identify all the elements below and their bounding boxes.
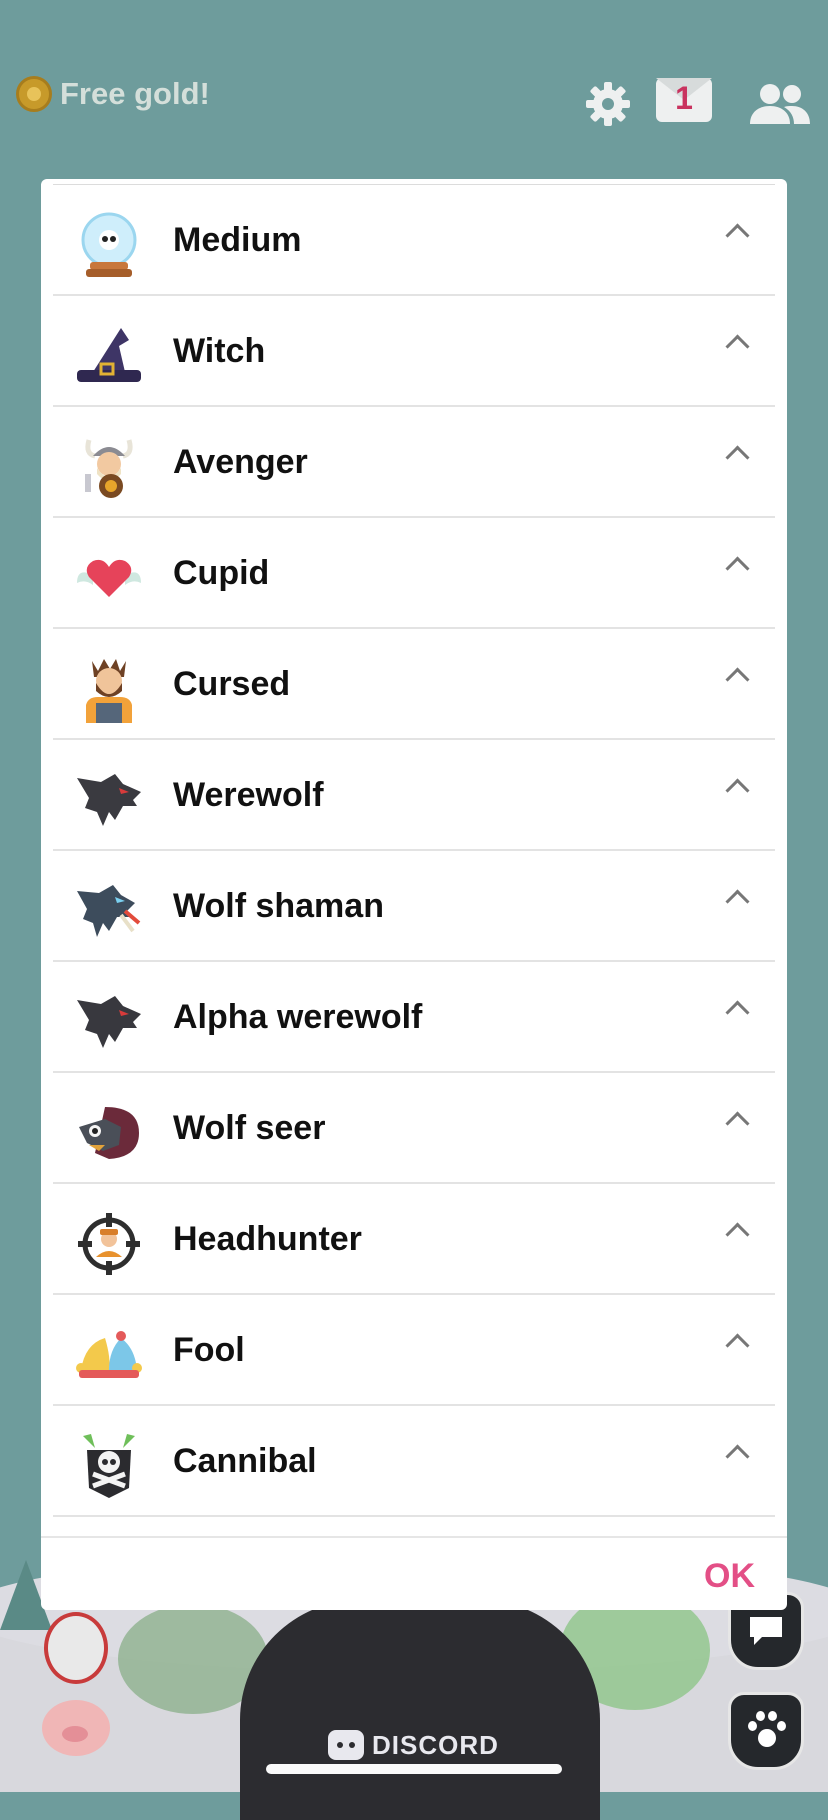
discord-label: DISCORD bbox=[372, 1729, 499, 1760]
wolf-seer-icon bbox=[75, 1099, 143, 1167]
wolf-shaman-icon bbox=[75, 877, 143, 945]
role-item-wolf-seer[interactable]: Wolf seer bbox=[53, 1073, 775, 1184]
role-name: Cursed bbox=[173, 665, 291, 703]
player-avatar[interactable] bbox=[240, 1600, 600, 1820]
chevron-up-icon[interactable] bbox=[725, 223, 750, 248]
home-indicator[interactable] bbox=[266, 1764, 562, 1774]
role-name: Fool bbox=[173, 1331, 245, 1369]
chevron-up-icon[interactable] bbox=[725, 334, 750, 359]
role-item-cupid[interactable]: Cupid bbox=[53, 518, 775, 629]
role-item-avenger[interactable]: Avenger bbox=[53, 407, 775, 518]
role-item-cannibal[interactable]: Cannibal bbox=[53, 1406, 775, 1517]
chevron-up-icon[interactable] bbox=[725, 1444, 750, 1469]
werewolf-icon bbox=[75, 766, 143, 834]
crystal-ball-icon bbox=[75, 211, 143, 279]
chevron-up-icon[interactable] bbox=[725, 667, 750, 692]
discord-icon bbox=[328, 1730, 364, 1760]
santa-decoration bbox=[44, 1612, 108, 1684]
role-item-witch[interactable]: Witch bbox=[53, 296, 775, 407]
role-item-headhunter[interactable]: Headhunter bbox=[53, 1184, 775, 1295]
friends-icon bbox=[750, 84, 810, 124]
chevron-up-icon[interactable] bbox=[725, 556, 750, 581]
paw-icon bbox=[746, 1711, 786, 1751]
chevron-up-icon[interactable] bbox=[725, 1333, 750, 1358]
mail-count-badge: 1 bbox=[675, 80, 693, 116]
chevron-up-icon[interactable] bbox=[725, 889, 750, 914]
role-name: Wolf shaman bbox=[173, 887, 384, 925]
settings-button[interactable] bbox=[584, 80, 632, 128]
witch-hat-icon bbox=[75, 322, 143, 390]
chevron-up-icon[interactable] bbox=[725, 1111, 750, 1136]
chevron-up-icon[interactable] bbox=[725, 1000, 750, 1025]
role-list-dialog: Medium Witch Avenger Cupid Cursed Werewo… bbox=[41, 179, 787, 1610]
alpha-werewolf-icon bbox=[75, 988, 143, 1056]
jester-hat-icon bbox=[75, 1321, 143, 1389]
free-gold-button[interactable]: Free gold! bbox=[16, 76, 210, 112]
role-item-cursed[interactable]: Cursed bbox=[53, 629, 775, 740]
role-list: Medium Witch Avenger Cupid Cursed Werewo… bbox=[53, 179, 775, 1517]
crosshair-icon bbox=[75, 1210, 143, 1278]
role-name: Werewolf bbox=[173, 776, 324, 814]
role-name: Headhunter bbox=[173, 1220, 362, 1258]
friends-button[interactable] bbox=[748, 80, 812, 128]
role-name: Cupid bbox=[173, 554, 270, 592]
role-item-medium[interactable]: Medium bbox=[53, 185, 775, 296]
role-item-fool[interactable]: Fool bbox=[53, 1295, 775, 1406]
role-name: Avenger bbox=[173, 443, 308, 481]
free-gold-label: Free gold! bbox=[60, 76, 210, 111]
gear-icon bbox=[586, 82, 630, 126]
paw-button[interactable] bbox=[728, 1692, 804, 1770]
role-name: Cannibal bbox=[173, 1442, 317, 1480]
coin-icon bbox=[16, 76, 52, 112]
role-item-alpha-werewolf[interactable]: Alpha werewolf bbox=[53, 962, 775, 1073]
cursed-villager-icon bbox=[75, 655, 143, 723]
role-name: Witch bbox=[173, 332, 266, 370]
role-item-wolf-shaman[interactable]: Wolf shaman bbox=[53, 851, 775, 962]
pig-avatar[interactable] bbox=[42, 1700, 110, 1756]
chat-icon bbox=[750, 1617, 782, 1645]
chevron-up-icon[interactable] bbox=[725, 445, 750, 470]
winged-heart-icon bbox=[75, 544, 143, 612]
ok-button[interactable]: OK bbox=[704, 1557, 755, 1596]
role-name: Alpha werewolf bbox=[173, 998, 423, 1036]
chevron-up-icon[interactable] bbox=[725, 1222, 750, 1247]
role-name: Wolf seer bbox=[173, 1109, 326, 1147]
mail-button[interactable]: 1 bbox=[656, 78, 712, 122]
role-name: Medium bbox=[173, 221, 302, 259]
chevron-up-icon[interactable] bbox=[725, 778, 750, 803]
discord-badge: DISCORD bbox=[328, 1726, 499, 1764]
cannibal-skull-icon bbox=[75, 1432, 143, 1500]
role-item-werewolf[interactable]: Werewolf bbox=[53, 740, 775, 851]
viking-icon bbox=[75, 433, 143, 501]
top-bar: Free gold! 1 bbox=[0, 70, 828, 134]
dialog-footer-divider bbox=[41, 1536, 787, 1538]
